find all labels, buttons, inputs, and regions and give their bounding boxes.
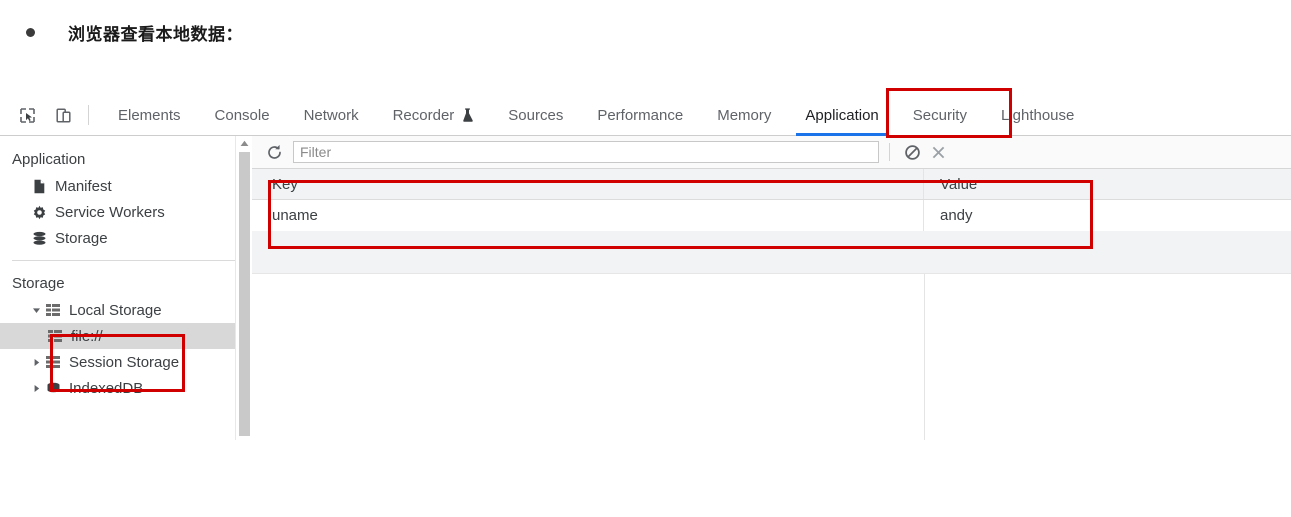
sidebar-item-indexeddb[interactable]: IndexedDB bbox=[0, 375, 252, 401]
chevron-down-icon[interactable] bbox=[30, 306, 42, 315]
application-sidebar: Application Manifest Service Workers Sto… bbox=[0, 136, 252, 440]
tab-network-label: Network bbox=[303, 106, 359, 124]
storage-grid-icon bbox=[44, 356, 62, 368]
sidebar-item-storage-label: Storage bbox=[55, 229, 108, 247]
tab-security[interactable]: Security bbox=[896, 95, 984, 136]
sidebar-divider bbox=[12, 260, 244, 261]
database-stack-icon bbox=[30, 231, 48, 246]
storage-grid-icon bbox=[46, 330, 64, 342]
tab-lighthouse-label: Lighthouse bbox=[1000, 106, 1075, 124]
storage-grid-icon bbox=[44, 304, 62, 316]
refresh-icon[interactable] bbox=[261, 139, 287, 165]
sidebar-item-session-storage[interactable]: Session Storage bbox=[0, 349, 252, 375]
delete-selected-icon[interactable] bbox=[925, 139, 951, 165]
column-header-value[interactable]: Value bbox=[924, 169, 1291, 199]
sidebar-item-local-storage[interactable]: Local Storage bbox=[0, 297, 252, 323]
sidebar-scrollbar[interactable] bbox=[235, 136, 252, 440]
gear-icon bbox=[30, 205, 48, 220]
sidebar-item-file-origin-label: file:// bbox=[71, 327, 103, 345]
tab-memory-label: Memory bbox=[717, 106, 772, 124]
tab-sources-label: Sources bbox=[508, 106, 564, 124]
devtools-window: Elements Console Network Recorder Source… bbox=[0, 95, 1291, 440]
bullet-heading-text: 浏览器查看本地数据： bbox=[68, 24, 243, 45]
tab-security-label: Security bbox=[912, 106, 967, 124]
filter-input[interactable] bbox=[293, 141, 879, 163]
sidebar-item-service-workers-label: Service Workers bbox=[55, 203, 165, 221]
document-icon bbox=[30, 179, 48, 194]
sidebar-scrollbar-thumb[interactable] bbox=[239, 152, 250, 436]
sidebar-item-indexeddb-label: IndexedDB bbox=[69, 379, 144, 397]
database-icon bbox=[44, 382, 62, 395]
storage-data-grid: Key Value uname andy bbox=[252, 169, 1291, 440]
grid-empty-area bbox=[252, 273, 1291, 440]
table-row[interactable]: uname andy bbox=[252, 200, 1291, 231]
tab-console-label: Console bbox=[214, 106, 270, 124]
sidebar-item-service-workers[interactable]: Service Workers bbox=[0, 199, 252, 225]
cell-value[interactable]: andy bbox=[924, 200, 1291, 231]
tab-memory[interactable]: Memory bbox=[700, 95, 788, 136]
toolbar-divider bbox=[88, 105, 89, 125]
sidebar-item-storage[interactable]: Storage bbox=[0, 225, 252, 251]
column-divider bbox=[924, 274, 925, 440]
tab-application[interactable]: Application bbox=[788, 95, 895, 136]
local-storage-panel: Key Value uname andy bbox=[252, 136, 1291, 440]
storage-toolbar bbox=[252, 136, 1291, 169]
tab-lighthouse[interactable]: Lighthouse bbox=[984, 95, 1091, 136]
tab-console[interactable]: Console bbox=[198, 95, 287, 136]
tab-elements-label: Elements bbox=[118, 106, 181, 124]
tab-sources[interactable]: Sources bbox=[491, 95, 580, 136]
sidebar-item-manifest[interactable]: Manifest bbox=[0, 173, 252, 199]
clear-all-icon[interactable] bbox=[899, 139, 925, 165]
tab-network[interactable]: Network bbox=[287, 95, 376, 136]
sidebar-item-manifest-label: Manifest bbox=[55, 177, 112, 195]
chevron-right-icon[interactable] bbox=[30, 358, 42, 367]
tab-recorder[interactable]: Recorder bbox=[376, 95, 492, 136]
sidebar-item-local-storage-label: Local Storage bbox=[69, 301, 162, 319]
tab-elements[interactable]: Elements bbox=[101, 95, 198, 136]
toolbar-divider bbox=[889, 143, 890, 161]
tab-performance[interactable]: Performance bbox=[580, 95, 700, 136]
bullet-heading: 浏览器查看本地数据： bbox=[0, 14, 1291, 50]
tab-performance-label: Performance bbox=[597, 106, 684, 124]
table-empty-row[interactable] bbox=[252, 252, 1291, 273]
tab-application-label: Application bbox=[805, 106, 879, 124]
flask-icon bbox=[461, 107, 474, 123]
chevron-right-icon[interactable] bbox=[30, 384, 42, 393]
bullet-marker-icon bbox=[26, 27, 35, 37]
devtools-tabbar: Elements Console Network Recorder Source… bbox=[0, 95, 1291, 136]
device-toolbar-icon[interactable] bbox=[50, 102, 77, 129]
tab-recorder-label: Recorder bbox=[392, 106, 455, 124]
sidebar-item-session-storage-label: Session Storage bbox=[69, 353, 180, 371]
sidebar-section-application-title: Application bbox=[12, 151, 86, 168]
cell-key[interactable]: uname bbox=[252, 200, 924, 231]
scroll-up-arrow-icon[interactable] bbox=[236, 136, 252, 150]
inspect-element-icon[interactable] bbox=[14, 102, 41, 129]
sidebar-section-storage-title: Storage bbox=[12, 275, 65, 292]
devtools-body: Application Manifest Service Workers Sto… bbox=[0, 136, 1291, 440]
table-empty-row[interactable] bbox=[252, 231, 1291, 252]
sidebar-item-file-origin[interactable]: file:// bbox=[0, 323, 252, 349]
table-header-row: Key Value bbox=[252, 169, 1291, 200]
column-header-key[interactable]: Key bbox=[252, 169, 924, 199]
